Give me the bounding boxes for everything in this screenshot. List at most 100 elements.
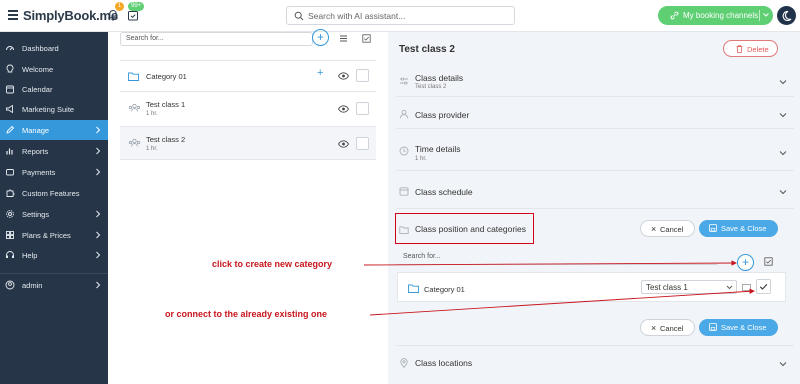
eye-icon[interactable] — [338, 105, 349, 113]
check-icon — [759, 284, 768, 290]
position-select[interactable]: Test class 1 — [641, 280, 737, 294]
class-row-selected[interactable]: Test class 2 1 hr. — [120, 126, 376, 160]
eye-icon[interactable] — [338, 140, 349, 148]
theme-toggle-button[interactable] — [777, 6, 796, 25]
pencil-icon — [6, 125, 15, 134]
save-close-button-bottom[interactable]: Save & Close — [699, 319, 778, 336]
save-close-button[interactable]: Save & Close — [699, 220, 778, 237]
chevron-right-icon — [96, 168, 101, 176]
sidebar-item-plans-prices[interactable]: Plans & Prices — [0, 225, 108, 245]
calendar-icon — [6, 85, 14, 94]
category-checkbox[interactable] — [756, 279, 771, 294]
delete-button[interactable]: Delete — [723, 40, 778, 57]
section-class-locations[interactable]: Class locations — [396, 345, 794, 381]
location-pin-icon — [400, 358, 408, 368]
user-icon — [5, 280, 15, 290]
sidebar-item-settings[interactable]: Settings — [0, 204, 108, 224]
class-name: Test class 2 — [146, 135, 186, 144]
section-time-details[interactable]: Time details 1 hr. — [396, 131, 794, 171]
sidebar-item-custom-features[interactable]: Custom Features — [0, 183, 108, 203]
class-duration: 1 hr. — [146, 146, 158, 152]
section-label: Class provider — [415, 110, 470, 120]
wallet-icon — [6, 169, 14, 176]
group-icon — [128, 138, 141, 147]
row-checkbox[interactable] — [356, 137, 369, 150]
chevron-down-icon — [779, 151, 787, 156]
category-name: Category 01 — [424, 285, 465, 294]
list-search-input[interactable]: Search for... — [120, 32, 313, 46]
chevron-right-icon — [96, 281, 101, 289]
cancel-button-bottom[interactable]: × Cancel — [640, 319, 695, 336]
highlight-box — [395, 213, 534, 244]
annotation-connect: or connect to the already existing one — [165, 309, 328, 319]
select-all-icon[interactable] — [764, 257, 773, 266]
annotation-create: click to create new category — [212, 259, 333, 269]
link-icon — [670, 11, 679, 20]
category-name: Category 01 — [146, 72, 187, 81]
booking-channels-label: My booking channels — [683, 11, 759, 20]
section-label: Class schedule — [415, 187, 473, 197]
section-sublabel: Test class 2 — [415, 84, 447, 90]
sidebar-item-admin[interactable]: admin — [0, 275, 108, 295]
puzzle-icon — [6, 189, 15, 197]
list-view-icon[interactable] — [339, 34, 348, 43]
notifications-badge: 1 — [115, 2, 124, 11]
class-row[interactable]: Test class 1 1 hr. — [120, 91, 376, 125]
sidebar-item-dashboard[interactable]: Dashboard — [0, 38, 108, 58]
sidebar-item-label: Plans & Prices — [22, 231, 71, 240]
dashboard-icon — [6, 46, 14, 51]
sidebar-item-label: Custom Features — [22, 189, 80, 198]
section-sublabel: 1 hr. — [415, 156, 427, 162]
sidebar-item-reports[interactable]: Reports — [0, 141, 108, 161]
position-value: Test class 1 — [646, 283, 688, 292]
section-class-details[interactable]: Class details Test class 2 — [396, 66, 794, 97]
category-row[interactable]: Category 01 Test class 1 — [397, 272, 786, 302]
menu-icon[interactable] — [8, 10, 18, 20]
cancel-button[interactable]: × Cancel — [640, 220, 695, 237]
add-button[interactable]: + — [312, 29, 329, 46]
sliders-icon — [400, 77, 408, 85]
sidebar-item-payments[interactable]: Payments — [0, 162, 108, 182]
folder-icon — [128, 72, 139, 81]
category-row[interactable]: Category 01 + — [120, 60, 376, 90]
sidebar-item-label: admin — [22, 281, 43, 290]
sidebar-item-help[interactable]: Help — [0, 245, 108, 265]
select-all-icon[interactable] — [362, 34, 371, 43]
divider — [759, 10, 760, 21]
close-icon: × — [651, 224, 657, 234]
row-checkbox[interactable] — [356, 69, 369, 82]
booking-channels-button[interactable]: My booking channels — [658, 6, 773, 25]
sidebar-item-marketing-suite[interactable]: Marketing Suite — [0, 99, 108, 119]
chevron-down-icon[interactable] — [762, 11, 770, 19]
sidebar-item-calendar[interactable]: Calendar — [0, 79, 108, 99]
megaphone-icon — [6, 104, 13, 114]
ai-search-input[interactable]: Search with AI assistant... — [286, 6, 515, 25]
section-class-provider[interactable]: Class provider — [396, 99, 794, 129]
grid-icon — [6, 231, 14, 239]
row-checkbox[interactable] — [356, 102, 369, 115]
sidebar-item-welcome[interactable]: Welcome — [0, 59, 108, 79]
add-class-button[interactable]: + — [317, 68, 325, 79]
eye-icon[interactable] — [338, 72, 349, 80]
group-icon — [128, 103, 141, 112]
save-close-label: Save & Close — [721, 224, 767, 233]
lightbulb-icon — [6, 64, 14, 73]
sidebar: Dashboard Welcome Calendar Marketing Sui… — [0, 32, 108, 384]
chart-icon — [6, 148, 13, 155]
drag-handle-icon[interactable] — [742, 284, 751, 291]
chevron-down-icon — [779, 80, 787, 85]
add-category-button[interactable]: + — [737, 254, 754, 271]
section-label: Time details — [415, 144, 461, 154]
logo[interactable]: SimplyBook.me — [23, 8, 118, 23]
sidebar-item-label: Calendar — [22, 85, 53, 94]
sidebar-item-label: Manage — [22, 126, 50, 135]
category-search-input[interactable]: Search for... — [397, 250, 717, 265]
sidebar-item-manage[interactable]: Manage — [0, 120, 108, 140]
chevron-right-icon — [96, 231, 101, 239]
section-label: Class details — [415, 73, 464, 83]
section-class-schedule[interactable]: Class schedule — [396, 173, 794, 209]
sidebar-item-label: Payments — [22, 168, 56, 177]
sidebar-item-label: Help — [22, 251, 38, 260]
bookings-badge: 99+ — [128, 2, 145, 11]
chevron-down-icon — [726, 285, 733, 290]
